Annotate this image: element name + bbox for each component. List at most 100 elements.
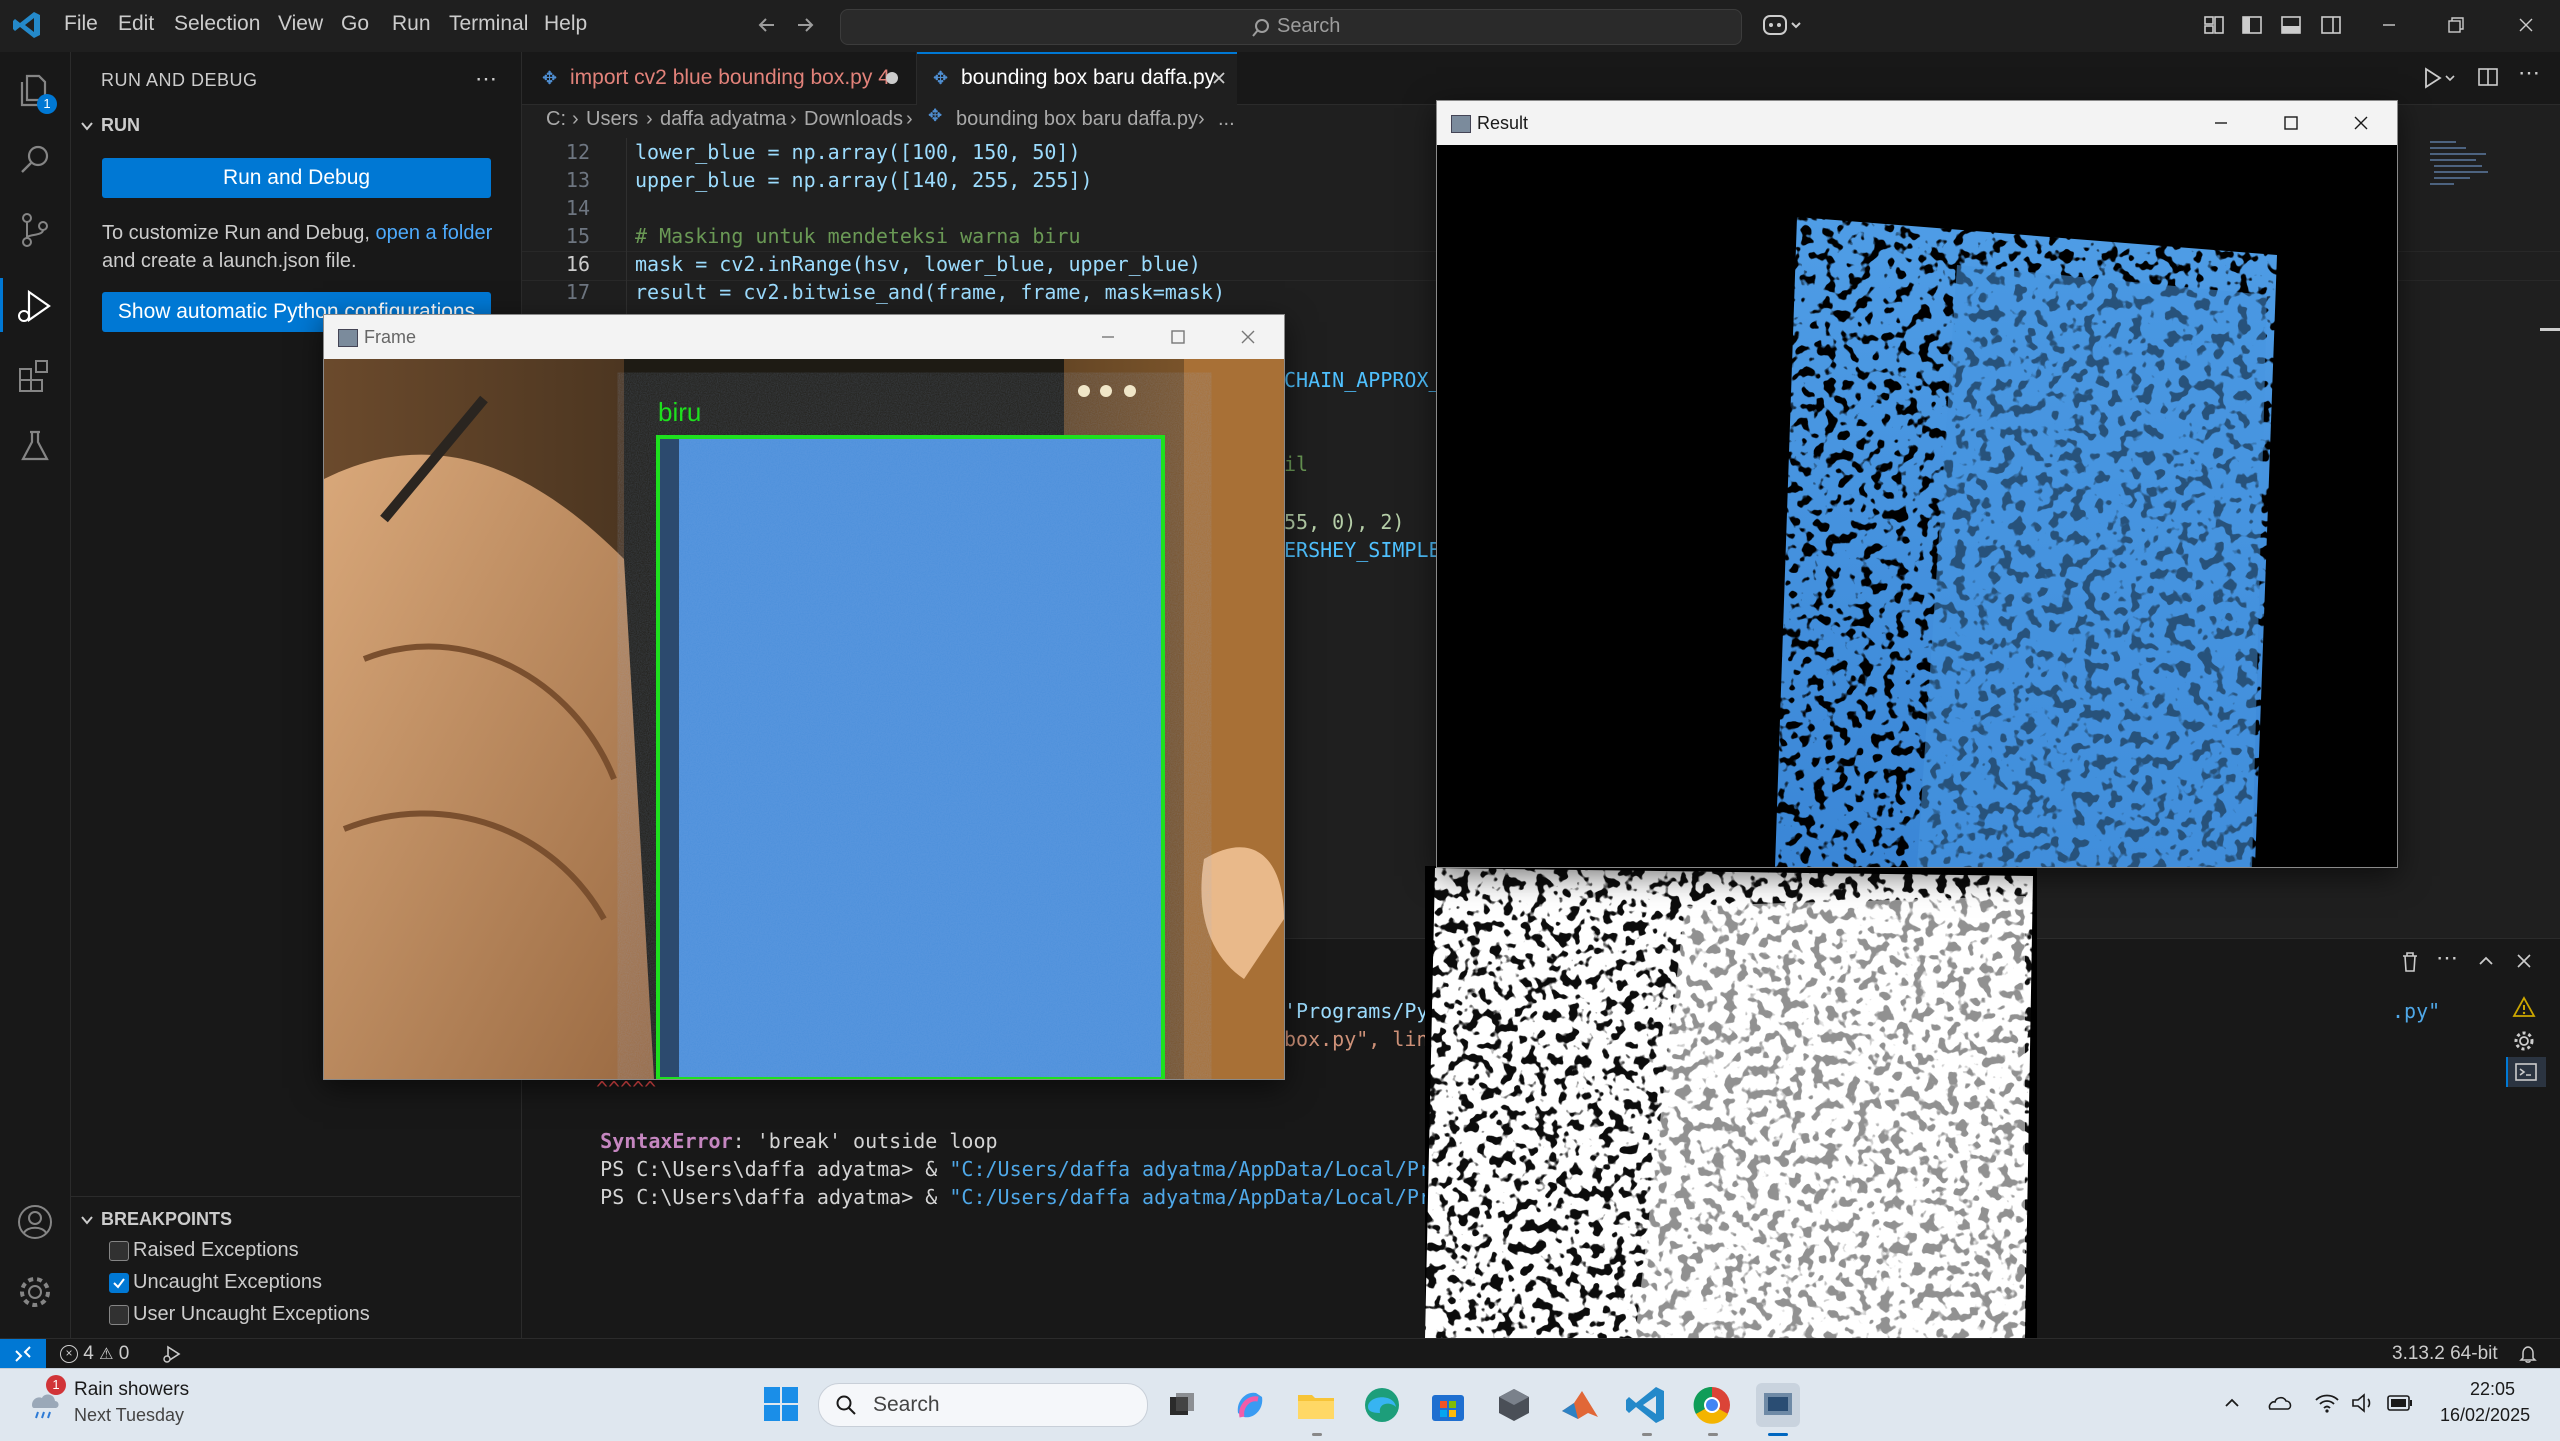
close-tab-icon[interactable] — [1211, 70, 1227, 86]
trash-icon[interactable] — [2400, 951, 2420, 973]
code-fragment: il — [1284, 452, 1309, 476]
weather-title[interactable]: Rain showers — [74, 1379, 189, 1401]
result-title-bar[interactable]: Result — [1437, 101, 2397, 145]
onedrive-icon[interactable] — [2266, 1391, 2294, 1415]
debug-launch-icon[interactable] — [162, 1344, 182, 1364]
split-editor-icon[interactable] — [2477, 66, 2499, 88]
wifi-icon[interactable] — [2314, 1391, 2340, 1415]
run-and-debug-button[interactable]: Run and Debug — [102, 158, 491, 198]
chevron-down-icon[interactable] — [79, 118, 95, 134]
vscode-logo-icon[interactable] — [12, 10, 42, 40]
command-center-search[interactable]: Search — [840, 9, 1742, 45]
python-interpreter[interactable]: 3.13.2 64-bit — [2392, 1343, 2498, 1365]
chevron-up-icon[interactable] — [2222, 1393, 2242, 1413]
matlab-icon[interactable] — [1558, 1383, 1602, 1427]
breadcrumb-item[interactable]: Users — [586, 108, 638, 131]
close-icon[interactable] — [2515, 14, 2537, 36]
result-window[interactable]: Result — [1436, 100, 2398, 868]
menu-selection[interactable]: Selection — [174, 12, 260, 36]
more-actions-icon[interactable]: ⋯ — [475, 66, 497, 92]
python-opencv-window-icon[interactable] — [1756, 1383, 1800, 1427]
user-uncaught-exceptions-checkbox[interactable] — [109, 1305, 129, 1325]
customize-layout-icon[interactable] — [2203, 14, 2225, 36]
terminal-instance-tab[interactable] — [2506, 1057, 2546, 1087]
windows-start-icon[interactable] — [762, 1385, 800, 1423]
frame-title-bar[interactable]: Frame — [324, 315, 1284, 359]
tab-bounding-box-baru[interactable]: ✥ bounding box baru daffa.py — [917, 52, 1237, 106]
vscode-taskbar-icon[interactable] — [1624, 1383, 1668, 1427]
copilot-icon[interactable] — [1762, 12, 1802, 38]
run-python-file-icon[interactable] — [2422, 66, 2458, 90]
minimize-icon[interactable] — [2378, 14, 2400, 36]
notifications-bell-icon[interactable] — [2518, 1344, 2538, 1364]
clock-date[interactable]: 16/02/2025 — [2440, 1405, 2530, 1426]
tab-import-cv2[interactable]: ✥ import cv2 blue bounding box.py 4 — [522, 52, 917, 104]
settings-gear-icon[interactable] — [13, 1270, 57, 1314]
accounts-icon[interactable] — [13, 1200, 57, 1244]
breadcrumb-file[interactable]: bounding box baru daffa.py — [956, 108, 1198, 131]
debug-gear-icon[interactable] — [2512, 1029, 2536, 1053]
testing-icon[interactable] — [13, 424, 57, 468]
edge-browser-icon[interactable] — [1360, 1383, 1404, 1427]
forward-arrow-icon[interactable] — [794, 14, 816, 36]
minimap[interactable] — [2426, 138, 2506, 208]
app-icon — [338, 329, 358, 347]
maximize-icon[interactable] — [1168, 327, 1188, 347]
taskbar-search-box[interactable]: Search — [818, 1383, 1148, 1427]
more-actions-icon[interactable]: ⋯ — [2518, 60, 2540, 86]
search-icon[interactable] — [13, 138, 57, 182]
breadcrumb-drive[interactable]: C: — [546, 108, 566, 131]
run-section-header[interactable]: RUN — [101, 115, 140, 136]
microsoft-store-icon[interactable] — [1426, 1383, 1470, 1427]
toggle-panel-icon[interactable] — [2280, 14, 2302, 36]
menu-edit[interactable]: Edit — [118, 12, 154, 36]
menu-help[interactable]: Help — [544, 12, 587, 36]
minimize-icon[interactable] — [2211, 113, 2231, 133]
volume-icon[interactable] — [2350, 1391, 2376, 1415]
file-explorer-icon[interactable] — [1294, 1383, 1338, 1427]
weather-subtitle[interactable]: Next Tuesday — [74, 1405, 184, 1426]
menu-go[interactable]: Go — [341, 12, 369, 36]
cube-app-icon[interactable] — [1492, 1383, 1536, 1427]
frame-window[interactable]: Frame biru — [323, 314, 1285, 1080]
toggle-secondary-sidebar-icon[interactable] — [2320, 14, 2342, 36]
menu-file[interactable]: File — [64, 12, 98, 36]
menu-view[interactable]: View — [278, 12, 323, 36]
clock-time[interactable]: 22:05 — [2470, 1379, 2515, 1400]
run-and-debug-icon[interactable] — [13, 284, 57, 328]
open-folder-link[interactable]: open a folder — [376, 222, 493, 244]
terminal-prompt: PS C:\Users\daffa adyatma> & — [600, 1185, 950, 1209]
raised-exceptions-checkbox[interactable] — [109, 1241, 129, 1261]
uncaught-exceptions-checkbox[interactable] — [109, 1273, 129, 1293]
chrome-icon[interactable] — [1690, 1383, 1734, 1427]
warning-icon[interactable] — [2512, 995, 2536, 1019]
toggle-sidebar-icon[interactable] — [2241, 14, 2263, 36]
remote-indicator[interactable] — [0, 1339, 46, 1369]
weather-widget-icon[interactable]: 1 — [24, 1375, 66, 1423]
breadcrumb-item[interactable]: daffa adyatma — [660, 108, 786, 131]
minimize-icon[interactable] — [1098, 327, 1118, 347]
chevron-up-icon[interactable] — [2476, 951, 2496, 971]
chevron-down-icon[interactable] — [79, 1212, 95, 1228]
breadcrumb-item[interactable]: Downloads — [804, 108, 903, 131]
problems-indicator[interactable]: × 4 ⚠ 0 — [60, 1343, 129, 1365]
battery-icon[interactable] — [2386, 1393, 2414, 1413]
maximize-icon[interactable] — [2281, 113, 2301, 133]
mask-window[interactable] — [1425, 866, 2037, 1338]
back-arrow-icon[interactable] — [756, 14, 778, 36]
task-view-icon[interactable] — [1160, 1383, 1204, 1427]
close-icon[interactable] — [2351, 113, 2371, 133]
breadcrumb-more[interactable]: ... — [1218, 108, 1235, 131]
menu-run[interactable]: Run — [392, 12, 431, 36]
close-icon[interactable] — [1238, 327, 1258, 347]
source-control-icon[interactable] — [13, 208, 57, 252]
close-panel-icon[interactable] — [2514, 951, 2534, 971]
breakpoints-header[interactable]: BREAKPOINTS — [101, 1209, 232, 1230]
modified-dot-icon[interactable] — [886, 72, 898, 84]
restore-icon[interactable] — [2445, 14, 2467, 36]
explorer-icon[interactable]: 1 — [13, 68, 57, 114]
menu-terminal[interactable]: Terminal — [449, 12, 528, 36]
copilot-app-icon[interactable] — [1228, 1383, 1272, 1427]
more-actions-icon[interactable]: ⋯ — [2436, 945, 2458, 971]
extensions-icon[interactable] — [13, 354, 57, 398]
